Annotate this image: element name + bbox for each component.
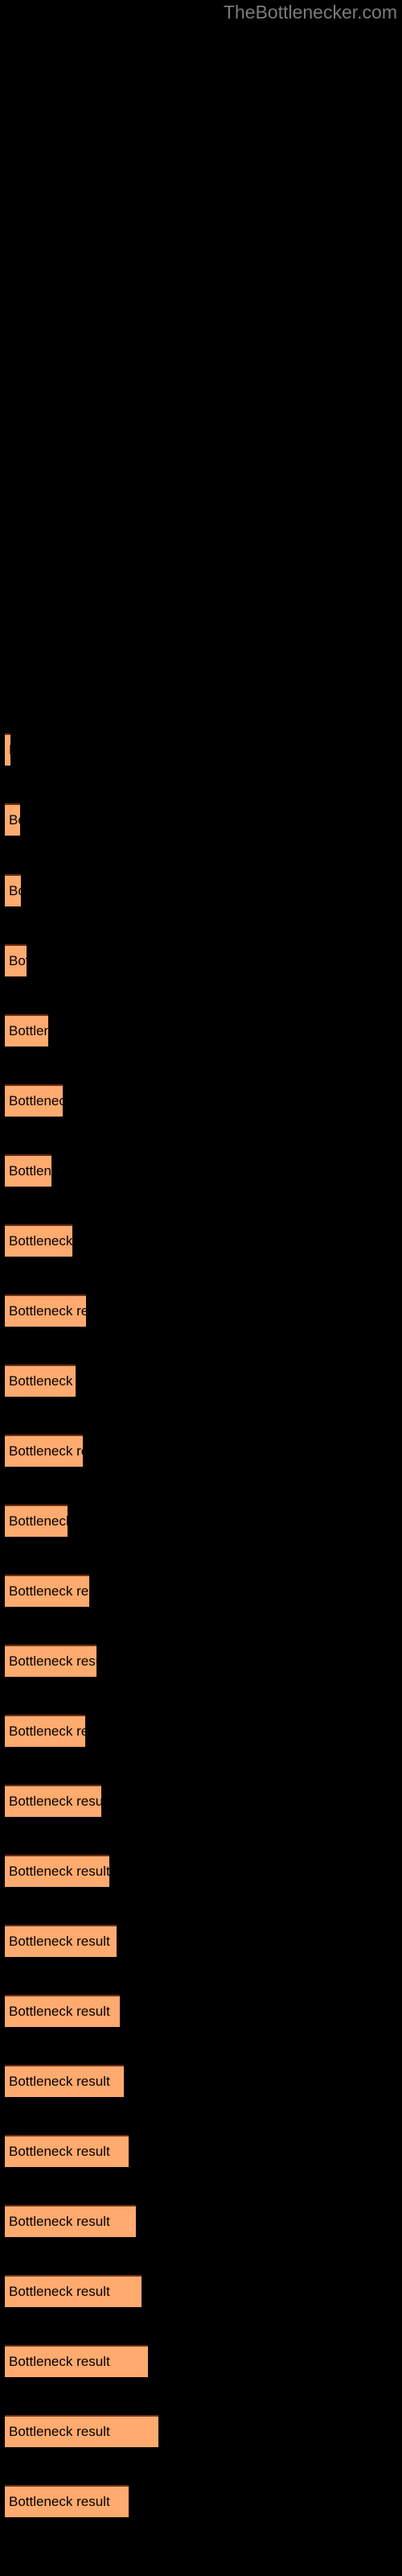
bar-label: Bottleneck result <box>9 953 27 968</box>
bar-segment[interactable]: Bottleneck result <box>5 1645 96 1677</box>
bar-label: Bottleneck result <box>9 2494 110 2509</box>
bar-label: Bottleneck result <box>9 1233 72 1249</box>
bar-label: Bottleneck result <box>9 2074 110 2089</box>
bar-label: Bottleneck result <box>9 1443 83 1459</box>
bar-label: Bottleneck result <box>9 1303 86 1319</box>
bar-row: Bottleneck result <box>0 1645 402 1678</box>
bar-label: Bottleneck result <box>9 812 20 828</box>
bar-label: Bottleneck result <box>9 2214 110 2229</box>
bar-row: Bottleneck result <box>0 2275 402 2309</box>
bar-segment[interactable]: Bottleneck result <box>5 944 27 976</box>
page-root: TheBottlenecker.com Bottleneck resultBot… <box>0 0 402 2576</box>
bar-row: Bottleneck result <box>0 1364 402 1398</box>
bar-row: Bottleneck result <box>0 2485 402 2519</box>
bar-segment[interactable]: Bottleneck result <box>5 1785 101 1817</box>
site-header: TheBottlenecker.com <box>0 0 402 26</box>
bar-row: Bottleneck result <box>0 1575 402 1608</box>
bar-segment[interactable]: Bottleneck result <box>5 1575 89 1607</box>
bar-segment[interactable]: Bottleneck result <box>5 733 10 766</box>
bar-segment[interactable]: Bottleneck result <box>5 1224 72 1257</box>
bar-row: Bottleneck result <box>0 2135 402 2169</box>
bar-row: Bottleneck result <box>0 733 402 767</box>
bar-segment[interactable]: Bottleneck result <box>5 1715 85 1747</box>
bar-row: Bottleneck result <box>0 1084 402 1118</box>
bar-label: Bottleneck result <box>9 2284 110 2299</box>
bar-label: Bottleneck result <box>9 1653 96 1669</box>
bar-row: Bottleneck result <box>0 1014 402 1048</box>
bar-label: Bottleneck result <box>9 883 21 898</box>
bar-row: Bottleneck result <box>0 1785 402 1818</box>
site-title-watermark: TheBottlenecker.com <box>223 2 397 23</box>
bar-label: Bottleneck result <box>9 1513 68 1529</box>
bar-label: Bottleneck result <box>9 2424 110 2439</box>
bar-label: Bottleneck result <box>9 1864 109 1879</box>
bar-segment[interactable]: Bottleneck result <box>5 874 21 906</box>
bar-row: Bottleneck result <box>0 803 402 837</box>
bar-row: Bottleneck result <box>0 1995 402 2029</box>
bar-label: Bottleneck result <box>9 1023 48 1038</box>
bar-segment[interactable]: Bottleneck result <box>5 1154 51 1187</box>
bar-row: Bottleneck result <box>0 2415 402 2449</box>
bottleneck-bar-chart: Bottleneck result Bottleneck result Bottle… <box>0 26 402 2576</box>
bar-segment[interactable]: Bottleneck result <box>5 1014 48 1046</box>
bar-row: Bottleneck result <box>0 1154 402 1188</box>
bar-segment[interactable]: Bottleneck result <box>5 1505 68 1537</box>
bar-segment[interactable]: Bottleneck result <box>5 2135 129 2167</box>
bar-label: Bottleneck result <box>9 2004 110 2019</box>
bar-segment[interactable]: Bottleneck result <box>5 2275 142 2307</box>
bar-row: Bottleneck result <box>0 2345 402 2379</box>
bar-label: Bottleneck result <box>9 1163 51 1179</box>
bar-label: Bottleneck result <box>9 1934 110 1949</box>
bar-row: Bottleneck result <box>0 1294 402 1328</box>
bar-row: Bottleneck result <box>0 1715 402 1748</box>
bar-segment[interactable]: Bottleneck result <box>5 2205 136 2237</box>
bar-row: Bottleneck result <box>0 1224 402 1258</box>
bar-segment[interactable]: Bottleneck result <box>5 1084 63 1117</box>
bar-label: Bottleneck result <box>9 2354 110 2369</box>
bar-row: Bottleneck result <box>0 1435 402 1468</box>
bar-row: Bottleneck result <box>0 2065 402 2099</box>
bar-segment[interactable]: Bottleneck result <box>5 1855 109 1887</box>
bar-row: Bottleneck result <box>0 1925 402 1959</box>
bar-row: Bottleneck result <box>0 944 402 978</box>
bar-segment[interactable]: Bottleneck result <box>5 2415 158 2447</box>
bar-segment[interactable]: Bottleneck result <box>5 2485 129 2517</box>
bar-row: Bottleneck result <box>0 1505 402 1538</box>
bar-segment[interactable]: Bottleneck result <box>5 1925 117 1957</box>
bar-row: Bottleneck result <box>0 874 402 908</box>
bar-segment[interactable]: Bottleneck result <box>5 1435 83 1467</box>
bar-row: Bottleneck result <box>0 2205 402 2239</box>
bar-label: Bottleneck result <box>9 1093 63 1108</box>
bar-label: Bottleneck result <box>9 1583 89 1599</box>
bar-segment[interactable]: Bottleneck result <box>5 2345 148 2377</box>
bar-segment[interactable]: Bottleneck result <box>5 1364 76 1397</box>
bar-segment[interactable]: Bottleneck result <box>5 2065 124 2097</box>
bar-segment[interactable]: Bottleneck result <box>5 803 20 836</box>
bar-label: Bottleneck result <box>9 1724 85 1739</box>
bar-row: Bottleneck result <box>0 1855 402 1889</box>
bar-label: Bottleneck result <box>9 2144 110 2159</box>
bar-label: Bottleneck result <box>9 1794 101 1809</box>
bar-label: Bottleneck result <box>9 1373 76 1389</box>
bar-segment[interactable]: Bottleneck result <box>5 1294 86 1327</box>
bar-label: Bottleneck result <box>9 743 10 758</box>
bar-segment[interactable]: Bottleneck result <box>5 1995 120 2027</box>
